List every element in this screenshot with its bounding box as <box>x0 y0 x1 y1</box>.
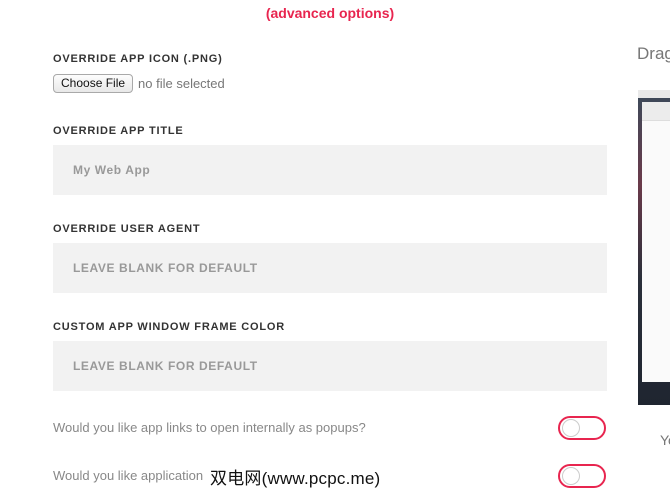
frame-color-label: CUSTOM APP WINDOW FRAME COLOR <box>53 321 285 333</box>
app-icon-label: OVERRIDE APP ICON (.PNG) <box>53 53 223 65</box>
side-text-snippet: Yo <box>660 432 670 448</box>
app-title-input[interactable]: My Web App <box>53 145 607 195</box>
application-toggle[interactable] <box>558 464 606 488</box>
advanced-options-link[interactable]: (advanced options) <box>0 5 660 21</box>
toggle-knob <box>562 467 580 485</box>
popup-links-toggle[interactable] <box>558 416 606 440</box>
app-preview-image <box>638 90 670 405</box>
choose-file-button[interactable]: Choose File <box>53 74 134 93</box>
app-title-label: OVERRIDE APP TITLE <box>53 125 184 137</box>
preview-toolbar <box>642 102 670 121</box>
preview-window <box>642 102 670 382</box>
application-question: Would you like application <box>53 468 204 483</box>
popup-links-question: Would you like app links to open interna… <box>53 420 366 435</box>
drag-heading: Drag <box>637 44 670 63</box>
app-icon-file-picker: Choose File no file selected <box>53 74 225 93</box>
watermark-text: 双电网(www.pcpc.me) <box>210 469 381 488</box>
file-status-text: no file selected <box>138 76 225 91</box>
user-agent-input[interactable]: LEAVE BLANK FOR DEFAULT <box>53 243 607 293</box>
toggle-knob <box>562 419 580 437</box>
user-agent-label: OVERRIDE USER AGENT <box>53 223 201 235</box>
preview-menubar <box>638 90 670 98</box>
frame-color-input[interactable]: LEAVE BLANK FOR DEFAULT <box>53 341 607 391</box>
